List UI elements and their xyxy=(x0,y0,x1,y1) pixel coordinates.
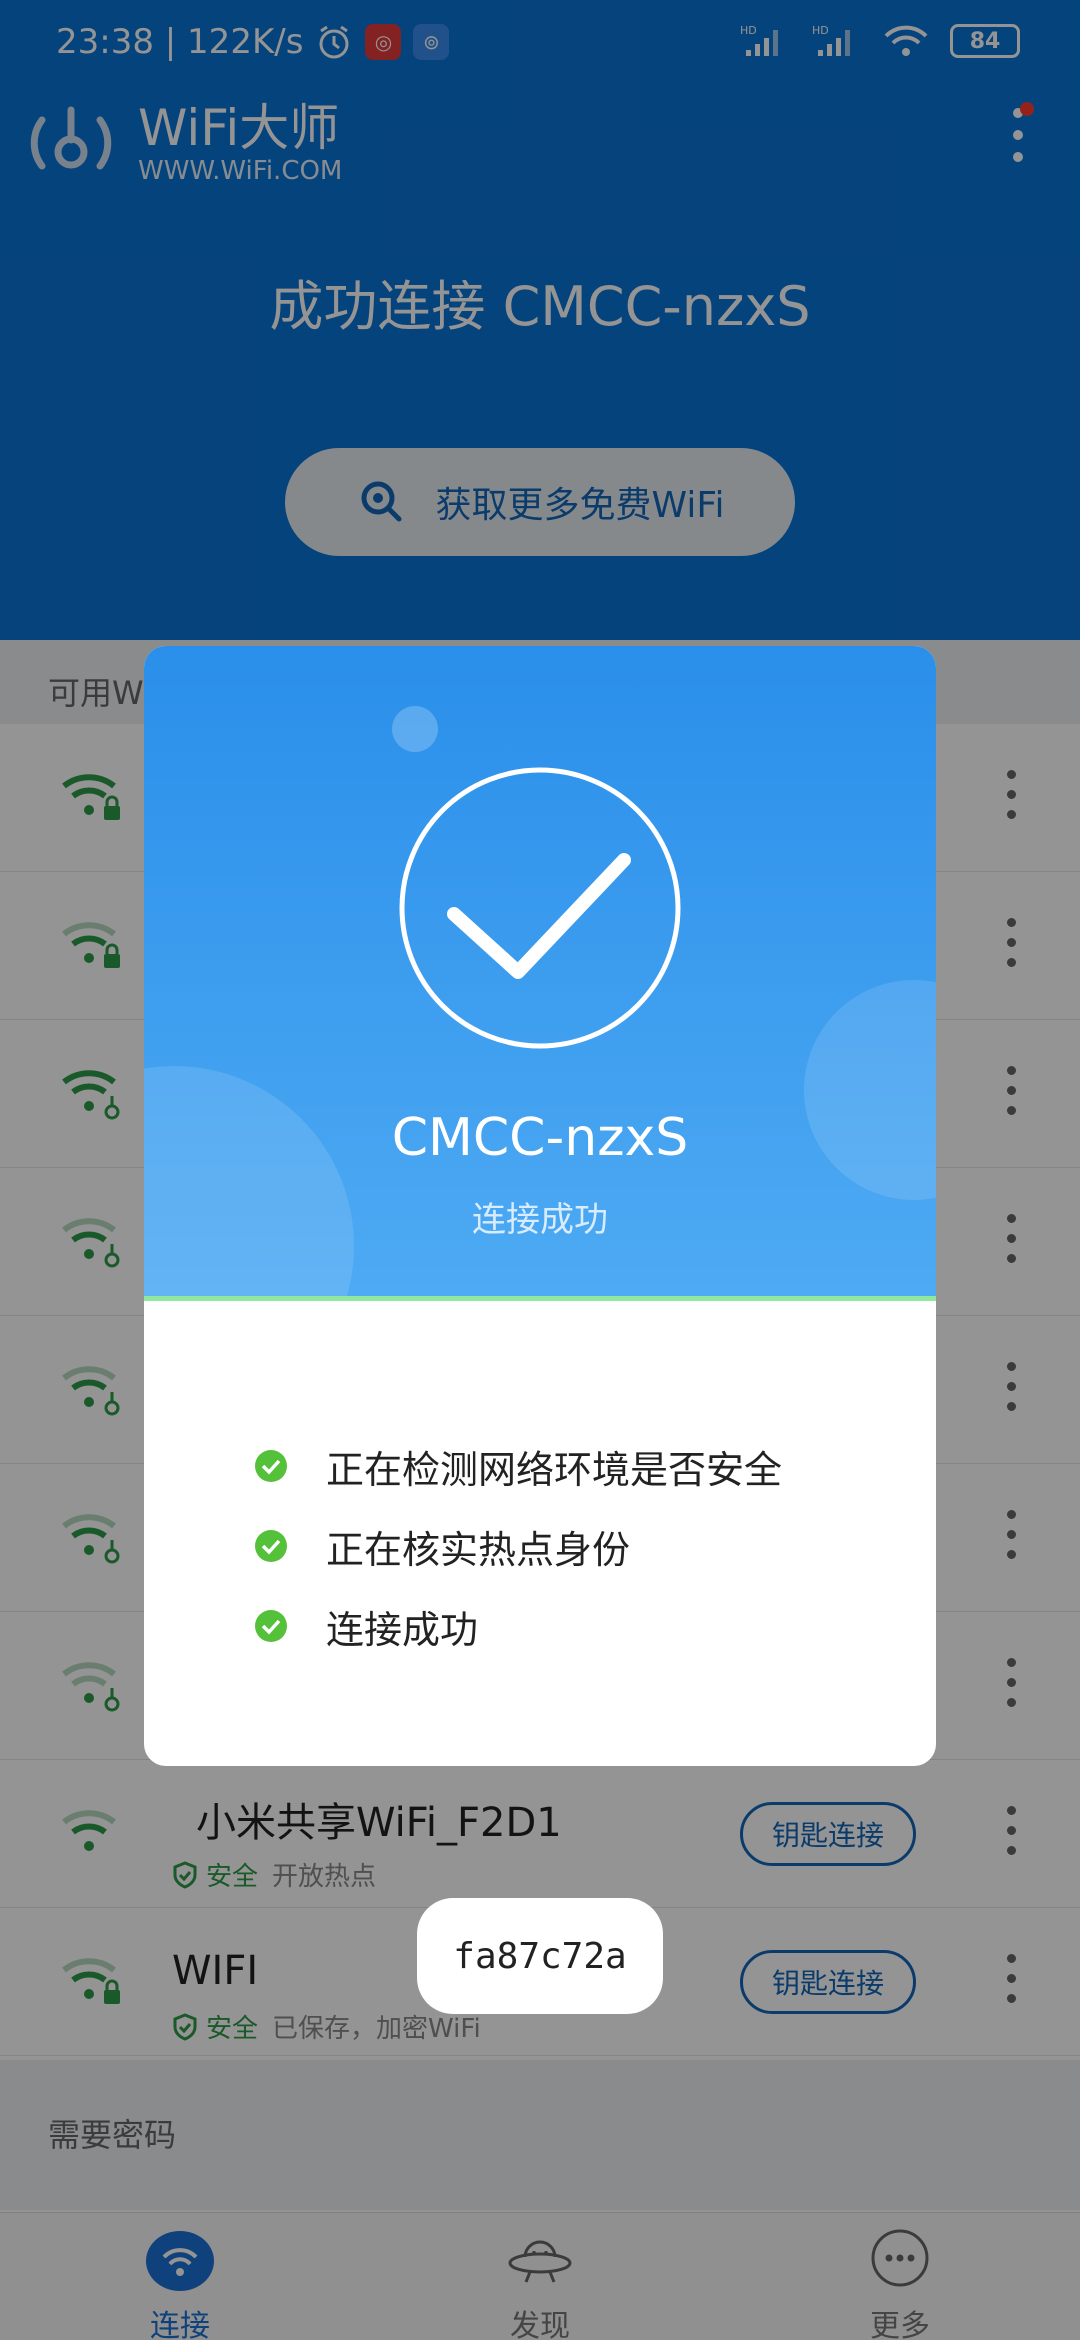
connection-steps: 正在检测网络环境是否安全 正在核实热点身份 连接成功 xyxy=(254,1426,782,1666)
check-circle-icon xyxy=(255,1530,287,1562)
decor-bubble xyxy=(144,1066,354,1300)
dialog-ssid: CMCC-nzxS xyxy=(391,1108,689,1168)
decor-bubble xyxy=(392,706,438,752)
step-label: 正在核实热点身份 xyxy=(326,1527,631,1572)
dialog-header: CMCC-nzxS 连接成功 xyxy=(144,646,936,1300)
dialog-status: 连接成功 xyxy=(472,1200,608,1240)
success-check-icon xyxy=(399,767,681,1049)
check-circle-icon xyxy=(255,1450,287,1482)
step-item: 正在核实热点身份 xyxy=(254,1506,782,1586)
connection-success-dialog: CMCC-nzxS 连接成功 正在检测网络环境是否安全 正在核实热点身份 连接成… xyxy=(144,646,936,1766)
toast-message: fa87c72a xyxy=(417,1898,663,2014)
check-circle-icon xyxy=(255,1610,287,1642)
dialog-divider xyxy=(144,1296,936,1301)
step-label: 连接成功 xyxy=(326,1607,479,1652)
step-label: 正在检测网络环境是否安全 xyxy=(326,1447,783,1492)
step-item: 连接成功 xyxy=(254,1586,782,1666)
step-item: 正在检测网络环境是否安全 xyxy=(254,1426,782,1506)
